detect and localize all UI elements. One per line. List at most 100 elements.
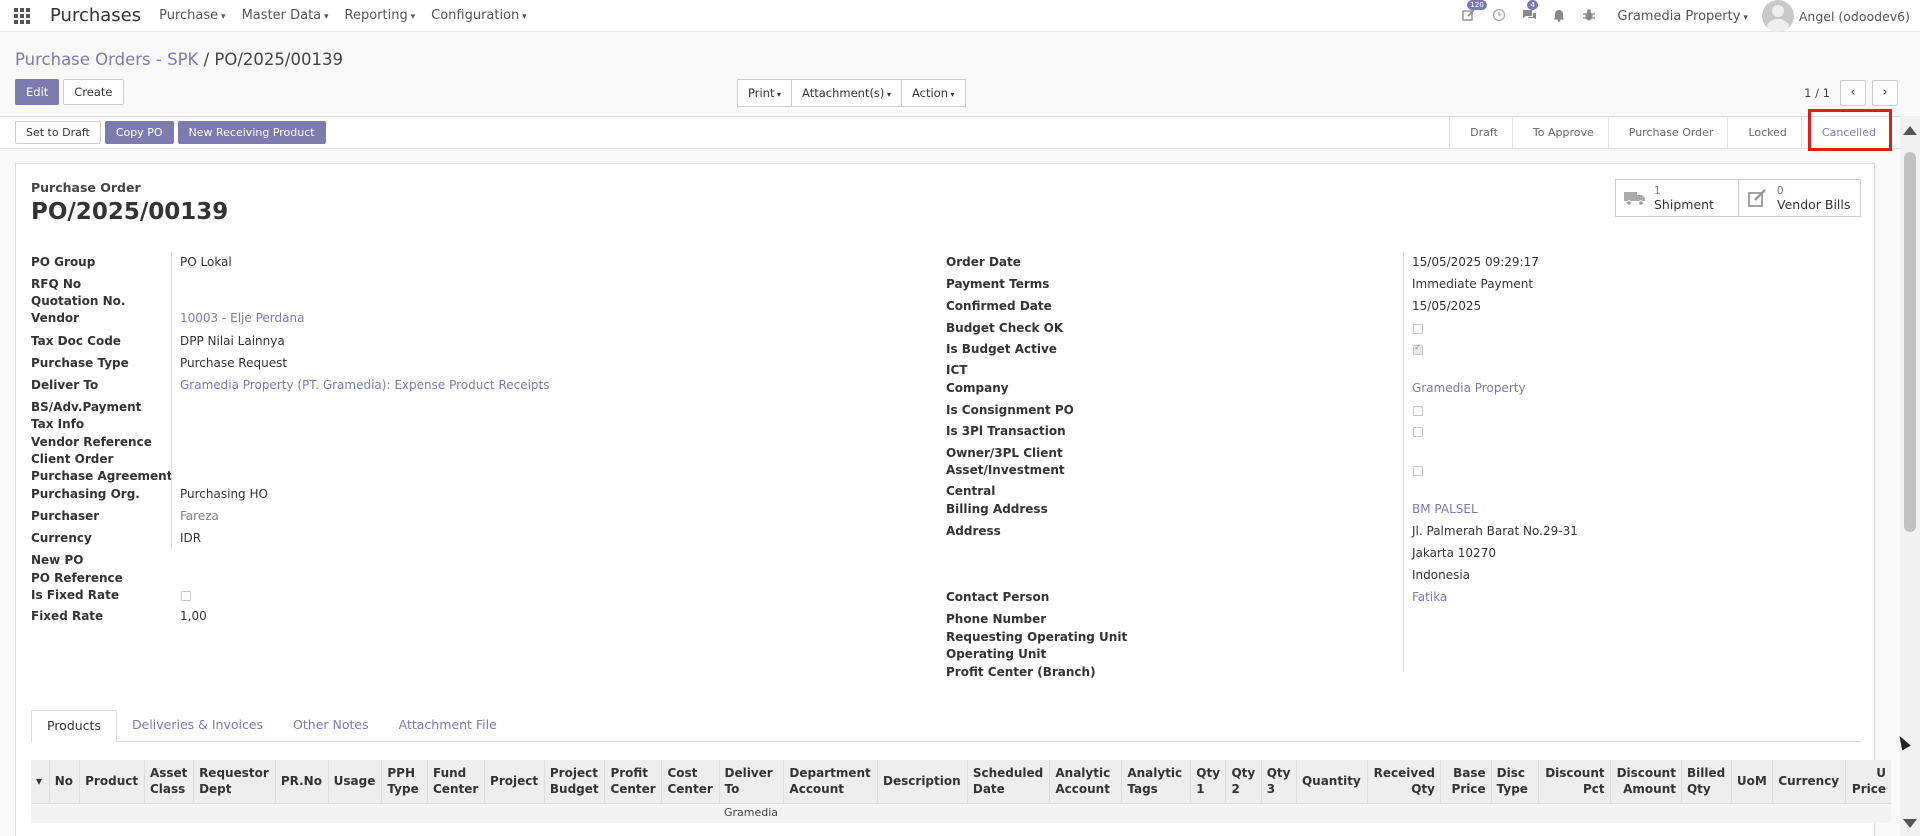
messages-icon[interactable]: 4 [1521, 0, 1538, 24]
column-asset-class[interactable]: Asset Class [143, 760, 194, 803]
label-company: Company [946, 381, 1009, 395]
apps-menu-icon[interactable] [14, 7, 30, 24]
table-cell [427, 802, 485, 823]
checkbox-is-budget-active[interactable] [1413, 343, 1423, 355]
bell-icon[interactable] [1551, 8, 1567, 24]
checkbox-is-fixed-rate[interactable] [181, 591, 191, 601]
stage-purchase-order[interactable]: Purchase Order [1607, 117, 1728, 148]
stage-pipeline: Draft To Approve Purchase Order Locked C… [1449, 117, 1890, 148]
left-column-divider [171, 252, 172, 550]
column-no[interactable]: No [48, 760, 80, 803]
action-dropdown[interactable]: Action [900, 79, 966, 107]
value-vendor[interactable]: 10003 - Elje Perdana [180, 311, 304, 325]
value-company[interactable]: Gramedia Property [1412, 381, 1526, 395]
scroll-down-arrow-icon[interactable] [1903, 819, 1917, 828]
scroll-up-arrow-icon[interactable] [1903, 126, 1917, 135]
tab-deliveries-invoices[interactable]: Deliveries & Invoices [117, 710, 278, 742]
stage-cancelled[interactable]: Cancelled [1800, 117, 1890, 148]
column-analytic-tags[interactable]: Analytic Tags [1121, 760, 1191, 803]
copy-po-button[interactable]: Copy PO [104, 121, 174, 144]
column-pph-type[interactable]: PPH Type [381, 760, 428, 803]
column-cost-center[interactable]: Cost Center [661, 760, 719, 803]
column-base-price[interactable]: Base Price [1439, 760, 1492, 803]
document-title: PO/2025/00139 [31, 199, 229, 225]
label-central: Central [946, 484, 996, 498]
table-cell [783, 802, 878, 823]
attachments-dropdown[interactable]: Attachment(s) [791, 79, 902, 107]
menu-configuration[interactable]: Configuration [431, 8, 527, 23]
column-billed-qty[interactable]: Billed Qty [1680, 760, 1732, 803]
breadcrumb-parent[interactable]: Purchase Orders - SPK [15, 50, 198, 69]
vendor-bills-smart-button[interactable]: 0 Vendor Bills [1738, 180, 1860, 216]
column-profit-center[interactable]: Profit Center [604, 760, 662, 803]
table-cell [1296, 802, 1368, 823]
pager-previous-button[interactable]: ‹ [1840, 80, 1866, 106]
create-button[interactable]: Create [63, 79, 124, 105]
pager-value[interactable]: 1 / 1 [1804, 86, 1830, 100]
pager-next-button[interactable]: › [1872, 80, 1898, 106]
column-quantity[interactable]: Quantity [1295, 760, 1368, 803]
stage-to-approve[interactable]: To Approve [1511, 117, 1608, 148]
print-dropdown[interactable]: Print [737, 79, 793, 107]
vertical-scrollbar[interactable] [1900, 116, 1920, 836]
column-disc-type[interactable]: Disc Type [1490, 760, 1539, 803]
bug-icon[interactable] [1581, 8, 1597, 24]
value-purchaser[interactable]: Fareza [180, 509, 219, 523]
column-currency[interactable]: Currency [1772, 760, 1846, 803]
column-scheduled-date[interactable]: Scheduled Date [966, 760, 1050, 803]
column-analytic-account[interactable]: Analytic Account [1049, 760, 1122, 803]
label-owner-3pl-client: Owner/3PL Client [946, 446, 1063, 460]
value-address: Jl. Palmerah Barat No.29-31 [1412, 524, 1578, 538]
column-deliver-to[interactable]: Deliver To [718, 760, 784, 803]
table-cell [544, 802, 605, 823]
column-u-price[interactable]: U Price [1845, 760, 1891, 803]
menu-reporting[interactable]: Reporting [345, 8, 416, 23]
column-product[interactable]: Product [79, 760, 145, 803]
column-discount-pct[interactable]: Discount Pct [1538, 760, 1611, 803]
scroll-thumb[interactable] [1904, 152, 1916, 532]
column-fund-center[interactable]: Fund Center [426, 760, 485, 803]
column-pr-no[interactable]: PR.No [274, 760, 329, 803]
column-qty-2[interactable]: Qty 2 [1225, 760, 1262, 803]
tab-other-notes[interactable]: Other Notes [278, 710, 384, 742]
activity-edit-icon[interactable]: 120 [1461, 0, 1487, 24]
column-project-budget[interactable]: Project Budget [543, 760, 605, 803]
column-department-account[interactable]: Department Account [783, 760, 878, 803]
value-billing-address[interactable]: BM PALSEL [1412, 502, 1478, 516]
column-qty-1[interactable]: Qty 1 [1190, 760, 1226, 803]
menu-master-data[interactable]: Master Data [242, 8, 329, 23]
column-project[interactable]: Project [484, 760, 545, 803]
checkbox-is-consignment-po[interactable] [1413, 406, 1423, 416]
clock-icon[interactable] [1491, 8, 1507, 24]
stage-draft[interactable]: Draft [1449, 117, 1512, 148]
column-description[interactable]: Description [877, 760, 968, 803]
value-contact-person[interactable]: Fatika [1412, 590, 1447, 604]
table-cell [1440, 802, 1492, 823]
select-all-column[interactable]: ▾ [31, 760, 50, 803]
column-received-qty[interactable]: Received Qty [1366, 760, 1441, 803]
user-menu[interactable]: Angel (odoodev6) [1761, 0, 1910, 32]
column-usage[interactable]: Usage [327, 760, 382, 803]
table-cell [144, 802, 194, 823]
table-cell [1731, 802, 1773, 823]
column-qty-3[interactable]: Qty 3 [1260, 760, 1297, 803]
stage-locked[interactable]: Locked [1727, 117, 1800, 148]
edit-button[interactable]: Edit [15, 79, 60, 105]
checkbox-budget-check-ok[interactable] [1413, 324, 1423, 334]
menu-purchase[interactable]: Purchase [159, 8, 225, 23]
label-po-reference: PO Reference [31, 571, 123, 585]
company-switcher[interactable]: Gramedia Property [1617, 9, 1747, 24]
value-deliver-to[interactable]: Gramedia Property (PT. Gramedia): Expens… [180, 378, 550, 392]
tab-products[interactable]: Products [31, 710, 117, 743]
shipment-smart-button[interactable]: 1 Shipment [1616, 180, 1738, 216]
column-uom[interactable]: UoM [1730, 760, 1773, 803]
label-new-po: New PO [31, 553, 84, 567]
column-discount-amount[interactable]: Discount Amount [1609, 760, 1682, 803]
column-requestor-dept[interactable]: Requestor Dept [193, 760, 276, 803]
checkbox-is-3pl-transaction[interactable] [1413, 427, 1423, 437]
set-to-draft-button[interactable]: Set to Draft [15, 121, 101, 144]
new-receiving-product-button[interactable]: New Receiving Product [177, 121, 326, 144]
table-row[interactable]: Gramedia [31, 802, 1891, 823]
checkbox-asset-investment[interactable] [1413, 466, 1423, 476]
tab-attachment-file[interactable]: Attachment File [384, 710, 512, 742]
